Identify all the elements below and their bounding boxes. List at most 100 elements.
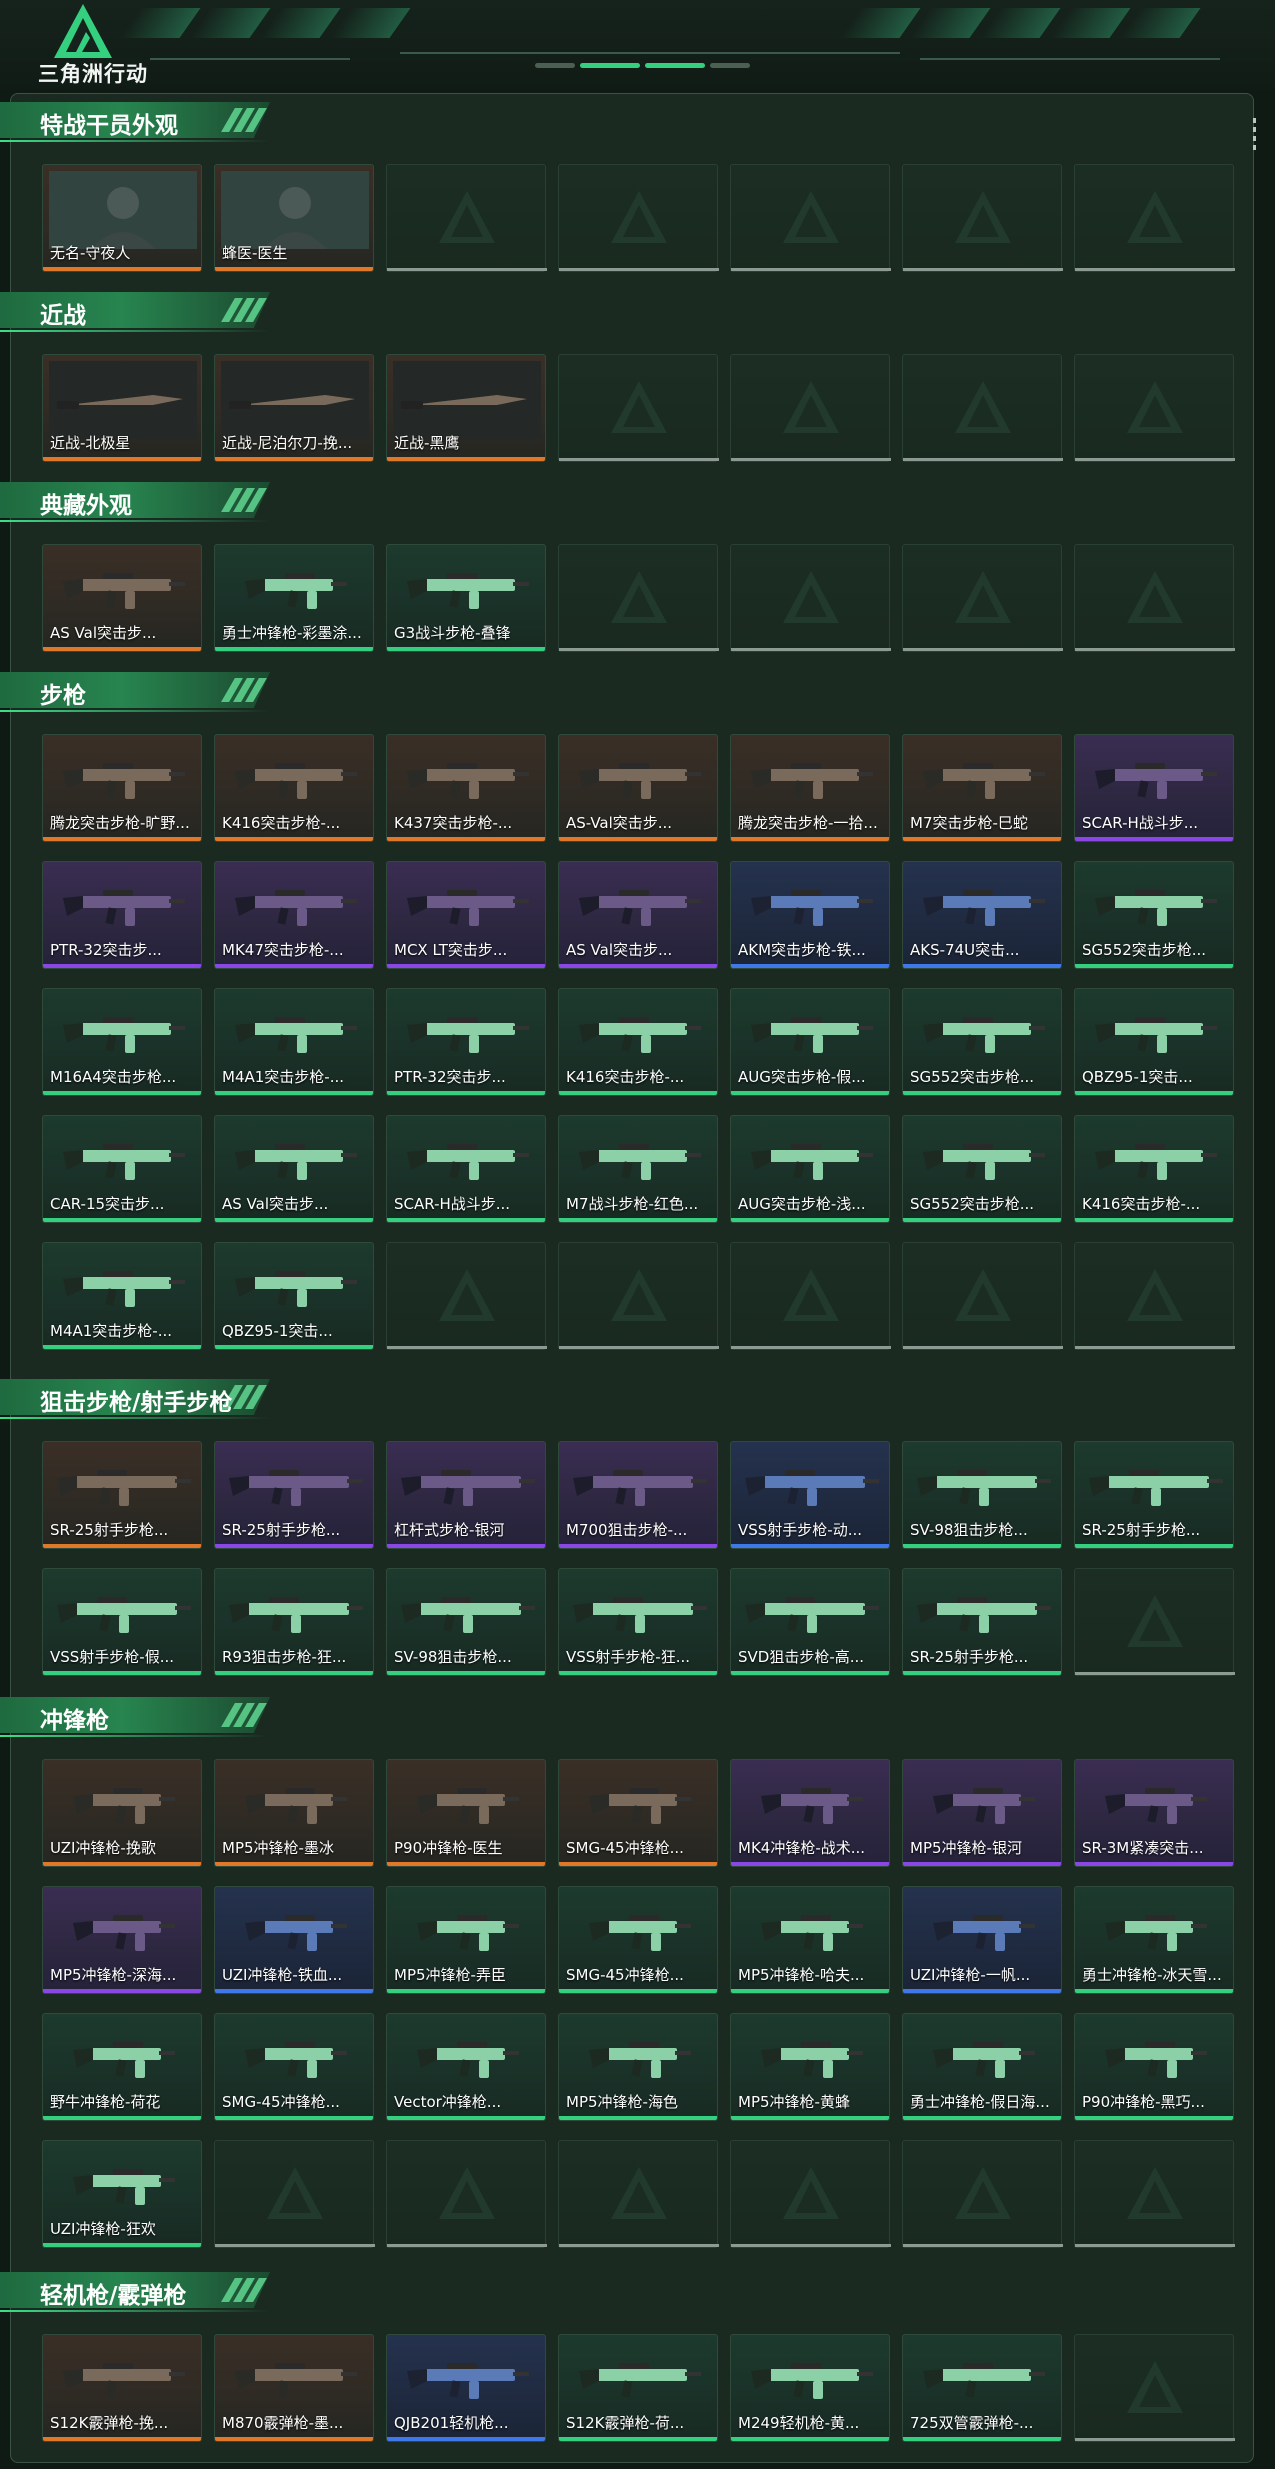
item-card[interactable]: CAR-15突击步... [42,1115,202,1223]
item-card[interactable]: AUG突击步枪-假... [730,988,890,1096]
item-card[interactable]: SV-98狙击步枪... [902,1441,1062,1549]
empty-slot [730,544,891,652]
item-card[interactable]: 腾龙突击步枪-旷野... [42,734,202,842]
slot-bar [731,268,891,271]
item-card[interactable]: 腾龙突击步枪-一拾... [730,734,890,842]
section-title-label: 冲锋枪 [40,1708,109,1734]
item-card[interactable]: PTR-32突击步... [42,861,202,969]
item-card[interactable]: 勇士冲锋枪-冰天雪... [1074,1886,1234,1994]
item-card[interactable]: SR-25射手步枪... [214,1441,374,1549]
item-card[interactable]: 勇士冲锋枪-假日海... [902,2013,1062,2121]
item-card[interactable]: SMG-45冲锋枪... [214,2013,374,2121]
item-card[interactable]: M700狙击步枪-... [558,1441,718,1549]
item-card[interactable]: 无名-守夜人 [42,164,202,272]
item-card[interactable]: 近战-黑鹰 [386,354,546,462]
item-card[interactable]: K416突击步枪-... [1074,1115,1234,1223]
item-card[interactable]: M870霰弹枪-墨... [214,2334,374,2442]
scroll-indicator[interactable] [1253,118,1257,154]
item-card[interactable]: UZI冲锋枪-挽歌 [42,1759,202,1867]
item-card[interactable]: AS-Val突击步... [558,734,718,842]
placeholder-logo-icon [611,2167,667,2219]
item-card[interactable]: MP5冲锋枪-哈夫... [730,1886,890,1994]
item-card[interactable]: K416突击步枪-... [558,988,718,1096]
item-card[interactable]: SVD狙击步枪-高... [730,1568,890,1676]
item-card[interactable]: AS Val突击步... [214,1115,374,1223]
item-card[interactable]: UZI冲锋枪-一帆... [902,1886,1062,1994]
item-card[interactable]: PTR-32突击步... [386,988,546,1096]
item-name: 蜂医-医生 [222,244,288,262]
item-card[interactable]: MCX LT突击步... [386,861,546,969]
item-card[interactable]: AUG突击步枪-浅... [730,1115,890,1223]
item-card[interactable]: SR-3M紧凑突击... [1074,1759,1234,1867]
item-card[interactable]: G3战斗步枪-叠锋 [386,544,546,652]
rarity-bar [903,964,1061,968]
item-card[interactable]: 杠杆式步枪-银河 [386,1441,546,1549]
item-card[interactable]: S12K霰弹枪-荷... [558,2334,718,2442]
placeholder-logo-icon [611,381,667,433]
item-card[interactable]: UZI冲锋枪-铁血... [214,1886,374,1994]
item-card[interactable]: SG552突击步枪... [902,988,1062,1096]
item-card[interactable]: 近战-北极星 [42,354,202,462]
item-card[interactable]: SMG-45冲锋枪... [558,1886,718,1994]
rarity-bar [215,1544,373,1548]
item-card[interactable]: AKS-74U突击... [902,861,1062,969]
item-card[interactable]: VSS射手步枪-动... [730,1441,890,1549]
item-name: VSS射手步枪-狂... [566,1648,691,1666]
item-card[interactable]: SV-98狙击步枪... [386,1568,546,1676]
item-card[interactable]: M7突击步枪-巳蛇 [902,734,1062,842]
item-card[interactable]: MP5冲锋枪-墨冰 [214,1759,374,1867]
item-card[interactable]: QBZ95-1突击... [1074,988,1234,1096]
item-card[interactable]: UZI冲锋枪-狂欢 [42,2140,202,2248]
item-card[interactable]: VSS射手步枪-狂... [558,1568,718,1676]
item-name: S12K霰弹枪-挽... [50,2414,169,2432]
item-card[interactable]: R93狙击步枪-狂... [214,1568,374,1676]
item-card[interactable]: P90冲锋枪-医生 [386,1759,546,1867]
item-card[interactable]: MP5冲锋枪-弄臣 [386,1886,546,1994]
item-card[interactable]: 野牛冲锋枪-荷花 [42,2013,202,2121]
item-card[interactable]: SR-25射手步枪... [42,1441,202,1549]
item-card[interactable]: P90冲锋枪-黑巧... [1074,2013,1234,2121]
item-card[interactable]: K416突击步枪-... [214,734,374,842]
item-card[interactable]: 蜂医-医生 [214,164,374,272]
item-card[interactable]: SG552突击步枪... [902,1115,1062,1223]
item-card[interactable]: M16A4突击步枪... [42,988,202,1096]
section-title-underline [0,1417,270,1419]
item-card[interactable]: S12K霰弹枪-挽... [42,2334,202,2442]
item-card[interactable]: SR-25射手步枪... [1074,1441,1234,1549]
item-card[interactable]: M7战斗步枪-红色... [558,1115,718,1223]
item-card[interactable]: AS Val突击步... [42,544,202,652]
item-card[interactable]: M249轻机枪-黄... [730,2334,890,2442]
item-card[interactable]: SCAR-H战斗步... [386,1115,546,1223]
item-card[interactable]: 近战-尼泊尔刀-挽... [214,354,374,462]
item-card[interactable]: M4A1突击步枪-... [42,1242,202,1350]
item-card[interactable]: MP5冲锋枪-深海... [42,1886,202,1994]
item-card[interactable]: AKM突击步枪-铁... [730,861,890,969]
item-card[interactable]: M4A1突击步枪-... [214,988,374,1096]
item-name: AS-Val突击步... [566,814,673,832]
item-name: K416突击步枪-... [222,814,341,832]
item-card[interactable]: 725双管霰弹枪-... [902,2334,1062,2442]
item-card[interactable]: SCAR-H战斗步... [1074,734,1234,842]
rarity-bar [215,2116,373,2120]
item-card[interactable]: QJB201轻机枪... [386,2334,546,2442]
item-card[interactable]: AS Val突击步... [558,861,718,969]
item-card[interactable]: QBZ95-1突击... [214,1242,374,1350]
rarity-bar [43,2116,201,2120]
item-card[interactable]: K437突击步枪-... [386,734,546,842]
slot-bar [387,268,547,271]
slot-bar [559,458,719,461]
item-card[interactable]: VSS射手步枪-假... [42,1568,202,1676]
item-name: UZI冲锋枪-挽歌 [50,1839,156,1857]
item-card[interactable]: SR-25射手步枪... [902,1568,1062,1676]
item-card[interactable]: MK4冲锋枪-战术... [730,1759,890,1867]
item-card[interactable]: 勇士冲锋枪-彩墨涂... [214,544,374,652]
item-card[interactable]: SG552突击步枪... [1074,861,1234,969]
item-card[interactable]: MP5冲锋枪-黄蜂 [730,2013,890,2121]
item-card[interactable]: MP5冲锋枪-银河 [902,1759,1062,1867]
item-card[interactable]: SMG-45冲锋枪... [558,1759,718,1867]
item-card[interactable]: MK47突击步枪-... [214,861,374,969]
rarity-bar [387,1218,545,1222]
item-name: 勇士冲锋枪-彩墨涂... [222,624,362,642]
item-card[interactable]: MP5冲锋枪-海色 [558,2013,718,2121]
item-card[interactable]: Vector冲锋枪... [386,2013,546,2121]
